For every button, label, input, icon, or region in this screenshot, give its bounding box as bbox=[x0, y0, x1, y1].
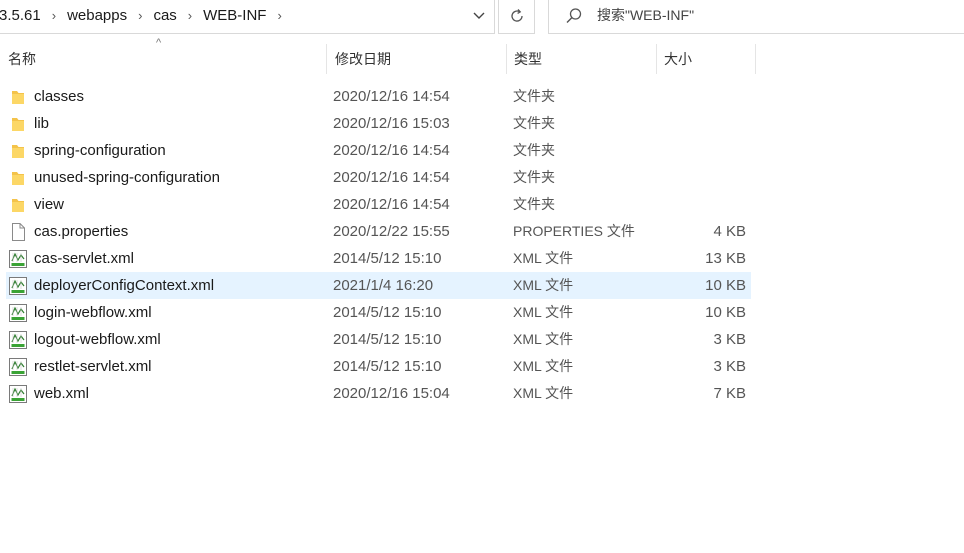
address-bar[interactable]: 3.5.61 › webapps › cas › WEB-INF › bbox=[0, 0, 495, 34]
file-date: 2014/5/12 15:10 bbox=[333, 358, 442, 375]
file-size bbox=[656, 164, 746, 191]
refresh-button[interactable] bbox=[498, 0, 535, 34]
xml-file-icon bbox=[9, 353, 27, 380]
file-date: 2020/12/16 14:54 bbox=[333, 169, 450, 186]
file-name: logout-webflow.xml bbox=[34, 331, 161, 348]
top-bar: 3.5.61 › webapps › cas › WEB-INF › bbox=[0, 0, 964, 35]
file-size: 3 KB bbox=[713, 358, 746, 375]
file-name: cas-servlet.xml bbox=[34, 250, 135, 267]
file-name: deployerConfigContext.xml bbox=[34, 277, 215, 294]
xml-file-icon bbox=[9, 380, 27, 407]
file-row[interactable]: logout-webflow.xml 2014/5/12 15:10 XML 文… bbox=[0, 326, 964, 353]
file-type: XML 文件 bbox=[513, 385, 574, 401]
file-date: 2014/5/12 15:10 bbox=[333, 250, 442, 267]
file-row[interactable]: unused-spring-configuration 2020/12/16 1… bbox=[0, 164, 964, 191]
file-date: 2021/1/4 16:20 bbox=[333, 277, 434, 294]
xml-file-icon bbox=[9, 326, 27, 353]
xml-file-icon bbox=[9, 299, 27, 326]
file-name: classes bbox=[34, 88, 85, 105]
file-name: cas.properties bbox=[34, 223, 129, 240]
file-size: 13 KB bbox=[705, 250, 746, 267]
file-size bbox=[656, 191, 746, 218]
file-list: classes 2020/12/16 14:54 文件夹 lib 2020/12… bbox=[0, 83, 964, 407]
breadcrumb-item[interactable]: WEB-INF bbox=[201, 7, 268, 24]
file-name: spring-configuration bbox=[34, 142, 166, 159]
xml-file-icon bbox=[9, 272, 27, 299]
file-date: 2020/12/16 14:54 bbox=[333, 142, 450, 159]
breadcrumb: 3.5.61 › webapps › cas › WEB-INF › bbox=[0, 0, 291, 32]
chevron-right-icon[interactable]: › bbox=[129, 8, 151, 23]
search-input[interactable] bbox=[597, 4, 927, 26]
file-date: 2014/5/12 15:10 bbox=[333, 304, 442, 321]
file-type: 文件夹 bbox=[513, 115, 555, 131]
file-size: 10 KB bbox=[705, 277, 746, 294]
file-date: 2014/5/12 15:10 bbox=[333, 331, 442, 348]
file-row[interactable]: cas.properties 2020/12/22 15:55 PROPERTI… bbox=[0, 218, 964, 245]
folder-icon bbox=[9, 164, 27, 191]
file-size bbox=[656, 83, 746, 110]
column-header-label: 大小 bbox=[664, 51, 692, 67]
file-row[interactable]: lib 2020/12/16 15:03 文件夹 bbox=[0, 110, 964, 137]
file-type: XML 文件 bbox=[513, 277, 574, 293]
file-name: lib bbox=[34, 115, 50, 132]
chevron-right-icon[interactable]: › bbox=[179, 8, 201, 23]
file-name: web.xml bbox=[34, 385, 90, 402]
file-row[interactable]: classes 2020/12/16 14:54 文件夹 bbox=[0, 83, 964, 110]
search-icon bbox=[566, 8, 582, 23]
folder-icon bbox=[9, 110, 27, 137]
file-date: 2020/12/16 15:04 bbox=[333, 385, 450, 402]
file-type: XML 文件 bbox=[513, 331, 574, 347]
folder-icon bbox=[9, 137, 27, 164]
file-row[interactable]: cas-servlet.xml 2014/5/12 15:10 XML 文件 1… bbox=[0, 245, 964, 272]
file-type: XML 文件 bbox=[513, 358, 574, 374]
file-row[interactable]: web.xml 2020/12/16 15:04 XML 文件 7 KB bbox=[0, 380, 964, 407]
address-history-dropdown[interactable] bbox=[464, 0, 494, 32]
file-name: unused-spring-configuration bbox=[34, 169, 220, 186]
file-type: XML 文件 bbox=[513, 250, 574, 266]
file-size: 10 KB bbox=[705, 304, 746, 321]
file-row[interactable]: login-webflow.xml 2014/5/12 15:10 XML 文件… bbox=[0, 299, 964, 326]
file-size bbox=[656, 137, 746, 164]
file-name: login-webflow.xml bbox=[34, 304, 152, 321]
breadcrumb-item[interactable]: webapps bbox=[65, 7, 129, 24]
column-header-label: 类型 bbox=[514, 51, 542, 67]
column-header-label: 名称 bbox=[8, 51, 36, 67]
refresh-icon bbox=[510, 9, 523, 22]
chevron-down-icon bbox=[473, 12, 485, 19]
file-row[interactable]: spring-configuration 2020/12/16 14:54 文件… bbox=[0, 137, 964, 164]
column-header-name[interactable]: 名称 bbox=[0, 44, 326, 74]
column-header-type[interactable]: 类型 bbox=[506, 44, 656, 74]
breadcrumb-item[interactable]: 3.5.61 bbox=[0, 7, 43, 24]
file-size: 4 KB bbox=[713, 223, 746, 240]
file-type: 文件夹 bbox=[513, 142, 555, 158]
file-size: 7 KB bbox=[713, 385, 746, 402]
file-size bbox=[656, 110, 746, 137]
search-box[interactable] bbox=[548, 0, 964, 34]
xml-file-icon bbox=[9, 245, 27, 272]
chevron-right-icon[interactable]: › bbox=[268, 8, 290, 23]
file-type: PROPERTIES 文件 bbox=[513, 223, 635, 239]
file-row[interactable]: view 2020/12/16 14:54 文件夹 bbox=[0, 191, 964, 218]
file-type: 文件夹 bbox=[513, 88, 555, 104]
breadcrumb-item[interactable]: cas bbox=[151, 7, 178, 24]
file-date: 2020/12/16 14:54 bbox=[333, 196, 450, 213]
file-date: 2020/12/16 14:54 bbox=[333, 88, 450, 105]
file-row[interactable]: deployerConfigContext.xml 2021/1/4 16:20… bbox=[0, 272, 964, 299]
file-name: restlet-servlet.xml bbox=[34, 358, 152, 375]
folder-icon bbox=[9, 191, 27, 218]
file-date: 2020/12/16 15:03 bbox=[333, 115, 450, 132]
folder-icon bbox=[9, 83, 27, 110]
file-name: view bbox=[34, 196, 65, 213]
file-type: XML 文件 bbox=[513, 304, 574, 320]
file-size: 3 KB bbox=[713, 331, 746, 348]
column-header-size[interactable]: 大小 bbox=[656, 44, 756, 74]
file-type: 文件夹 bbox=[513, 169, 555, 185]
file-date: 2020/12/22 15:55 bbox=[333, 223, 450, 240]
file-icon bbox=[9, 218, 27, 245]
column-header-label: 修改日期 bbox=[335, 51, 391, 67]
file-row[interactable]: restlet-servlet.xml 2014/5/12 15:10 XML … bbox=[0, 353, 964, 380]
chevron-right-icon[interactable]: › bbox=[43, 8, 65, 23]
file-type: 文件夹 bbox=[513, 196, 555, 212]
column-header-date[interactable]: 修改日期 bbox=[326, 44, 506, 74]
